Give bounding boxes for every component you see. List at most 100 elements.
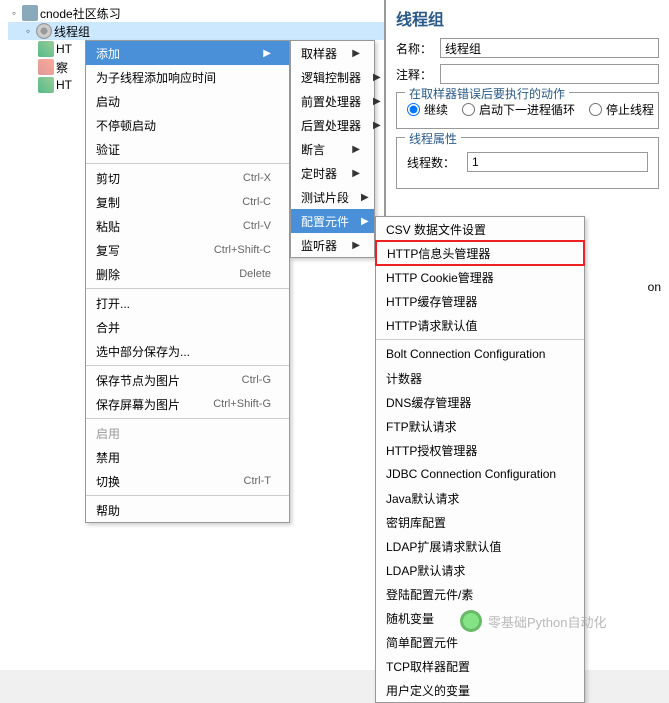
menu-item-label: 剪切 — [96, 170, 120, 187]
menu-item-label: 切换 — [96, 473, 120, 490]
menu-shortcut: Ctrl+Shift-C — [198, 244, 271, 256]
menu-item-label: Java默认请求 — [386, 490, 459, 507]
config-submenu-item[interactable]: HTTP信息头管理器 — [375, 240, 585, 266]
tree-toggle-icon[interactable]: ◦ — [22, 24, 34, 38]
radio-input[interactable] — [589, 103, 602, 116]
config-submenu-item[interactable]: 简单配置元件 — [376, 630, 584, 654]
add-submenu-item[interactable]: 断言▶ — [291, 137, 374, 161]
submenu-arrow-icon: ▶ — [349, 192, 369, 203]
context-menu-item[interactable]: 为子线程添加响应时间 — [86, 65, 289, 89]
context-menu-item[interactable]: 复制 Ctrl-C — [86, 190, 289, 214]
add-submenu-item[interactable]: 逻辑控制器▶ — [291, 65, 374, 89]
thread-count-input[interactable] — [467, 152, 648, 172]
context-menu-item[interactable]: 保存节点为图片Ctrl-G — [86, 368, 289, 392]
menu-item-label: 登陆配置元件/素 — [386, 586, 473, 603]
config-submenu-item[interactable]: LDAP默认请求 — [376, 558, 584, 582]
menu-item-label: 断言 — [301, 141, 325, 158]
menu-item-label: 复制 — [96, 194, 120, 211]
context-menu-item[interactable]: 启动 — [86, 89, 289, 113]
name-input[interactable] — [440, 38, 659, 58]
config-submenu-item[interactable]: Bolt Connection Configuration — [376, 342, 584, 366]
config-submenu-item[interactable]: FTP默认请求 — [376, 414, 584, 438]
context-menu-item[interactable]: 粘贴Ctrl-V — [86, 214, 289, 238]
text-fragment: on — [648, 280, 661, 294]
menu-item-label: FTP默认请求 — [386, 418, 457, 435]
wechat-icon — [460, 610, 482, 632]
tree-label: HT — [56, 78, 72, 92]
submenu-arrow-icon: ▶ — [361, 120, 381, 131]
config-submenu-item[interactable]: Java默认请求 — [376, 486, 584, 510]
add-submenu-item[interactable]: 监听器▶ — [291, 233, 374, 257]
comment-input[interactable] — [440, 64, 659, 84]
config-submenu-item[interactable]: LDAP扩展请求默认值 — [376, 534, 584, 558]
config-submenu-item[interactable]: 计数器 — [376, 366, 584, 390]
radio-next-loop[interactable]: 启动下一进程循环 — [462, 101, 575, 118]
tree-node-threadgroup[interactable]: ◦ 线程组 — [8, 22, 384, 40]
tree-label: HT — [56, 42, 72, 56]
config-submenu-item[interactable]: HTTP Cookie管理器 — [376, 265, 584, 289]
config-submenu-item[interactable]: 用户定义的变量 — [376, 678, 584, 702]
context-menu-item[interactable]: 保存屏幕为图片Ctrl+Shift-G — [86, 392, 289, 416]
menu-item-label: 配置元件 — [301, 213, 349, 230]
context-menu-item[interactable]: 不停顿启动 — [86, 113, 289, 137]
add-submenu-item[interactable]: 配置元件▶ — [291, 209, 374, 233]
radio-input[interactable] — [462, 103, 475, 116]
context-menu-item[interactable]: 删除Delete — [86, 262, 289, 286]
menu-item-label: HTTP请求默认值 — [386, 317, 477, 334]
http-icon — [38, 41, 54, 57]
context-menu-item[interactable]: 复写 Ctrl+Shift-C — [86, 238, 289, 262]
menu-item-label: 测试片段 — [301, 189, 349, 206]
context-menu[interactable]: 添加▶ 为子线程添加响应时间启动不停顿启动验证剪切Ctrl-X 复制 Ctrl-C 粘贴… — [85, 40, 290, 523]
context-menu-item[interactable]: 切换 Ctrl-T — [86, 469, 289, 493]
menu-item-label: 帮助 — [96, 502, 120, 519]
submenu-arrow-icon: ▶ — [340, 168, 360, 179]
comment-label: 注释： — [396, 66, 440, 83]
context-menu-item[interactable]: 禁用 — [86, 445, 289, 469]
radio-continue[interactable]: 继续 — [407, 101, 448, 118]
add-submenu[interactable]: 取样器▶逻辑控制器▶前置处理器▶后置处理器▶断言▶定时器▶测试片段▶配置元件▶监… — [290, 40, 375, 258]
menu-item-label: 复写 — [96, 242, 120, 259]
add-submenu-item[interactable]: 测试片段▶ — [291, 185, 374, 209]
menu-shortcut: Ctrl-T — [228, 475, 272, 487]
config-submenu-item[interactable]: TCP取样器配置 — [376, 654, 584, 678]
menu-shortcut: Ctrl-G — [226, 374, 271, 386]
add-submenu-item[interactable]: 取样器▶ — [291, 41, 374, 65]
menu-item-label: 为子线程添加响应时间 — [96, 69, 216, 86]
http-icon — [38, 77, 54, 93]
submenu-arrow-icon: ▶ — [349, 216, 369, 227]
context-menu-item[interactable]: 验证 — [86, 137, 289, 161]
menu-shortcut: Ctrl-C — [226, 196, 271, 208]
context-menu-item[interactable]: 合并 — [86, 315, 289, 339]
submenu-arrow-icon: ▶ — [340, 240, 360, 251]
context-menu-item[interactable]: 帮助 — [86, 498, 289, 522]
radio-input[interactable] — [407, 103, 420, 116]
menu-item-label: 定时器 — [301, 165, 337, 182]
tree-node-plan[interactable]: ◦ cnode社区练习 — [8, 4, 384, 22]
config-submenu-item[interactable]: JDBC Connection Configuration — [376, 462, 584, 486]
config-submenu-item[interactable]: HTTP请求默认值 — [376, 313, 584, 337]
menu-shortcut: Ctrl-V — [227, 220, 271, 232]
context-menu-item[interactable]: 打开... — [86, 291, 289, 315]
menu-item-label: HTTP Cookie管理器 — [386, 269, 494, 286]
radio-stop-thread[interactable]: 停止线程 — [589, 101, 654, 118]
config-submenu-item[interactable]: 密钥库配置 — [376, 510, 584, 534]
config-submenu-item[interactable]: HTTP授权管理器 — [376, 438, 584, 462]
add-submenu-item[interactable]: 定时器▶ — [291, 161, 374, 185]
menu-item-label: Bolt Connection Configuration — [386, 347, 545, 361]
context-menu-item[interactable]: 剪切Ctrl-X — [86, 166, 289, 190]
config-submenu-item[interactable]: HTTP缓存管理器 — [376, 289, 584, 313]
add-submenu-item[interactable]: 前置处理器▶ — [291, 89, 374, 113]
config-submenu-item[interactable]: DNS缓存管理器 — [376, 390, 584, 414]
menu-item-label: 逻辑控制器 — [301, 69, 361, 86]
config-submenu-item[interactable]: 登陆配置元件/素 — [376, 582, 584, 606]
config-submenu-item[interactable]: CSV 数据文件设置 — [376, 217, 584, 241]
tree-toggle-icon[interactable]: ◦ — [8, 6, 20, 20]
add-submenu-item[interactable]: 后置处理器▶ — [291, 113, 374, 137]
menu-item-label: 取样器 — [301, 45, 337, 62]
context-menu-item[interactable]: 添加▶ — [86, 41, 289, 65]
menu-item-label: HTTP信息头管理器 — [387, 245, 490, 262]
menu-item-label: TCP取样器配置 — [386, 658, 470, 675]
submenu-arrow-icon: ▶ — [361, 72, 381, 83]
menu-shortcut: Ctrl+Shift-G — [197, 398, 271, 410]
context-menu-item[interactable]: 选中部分保存为... — [86, 339, 289, 363]
